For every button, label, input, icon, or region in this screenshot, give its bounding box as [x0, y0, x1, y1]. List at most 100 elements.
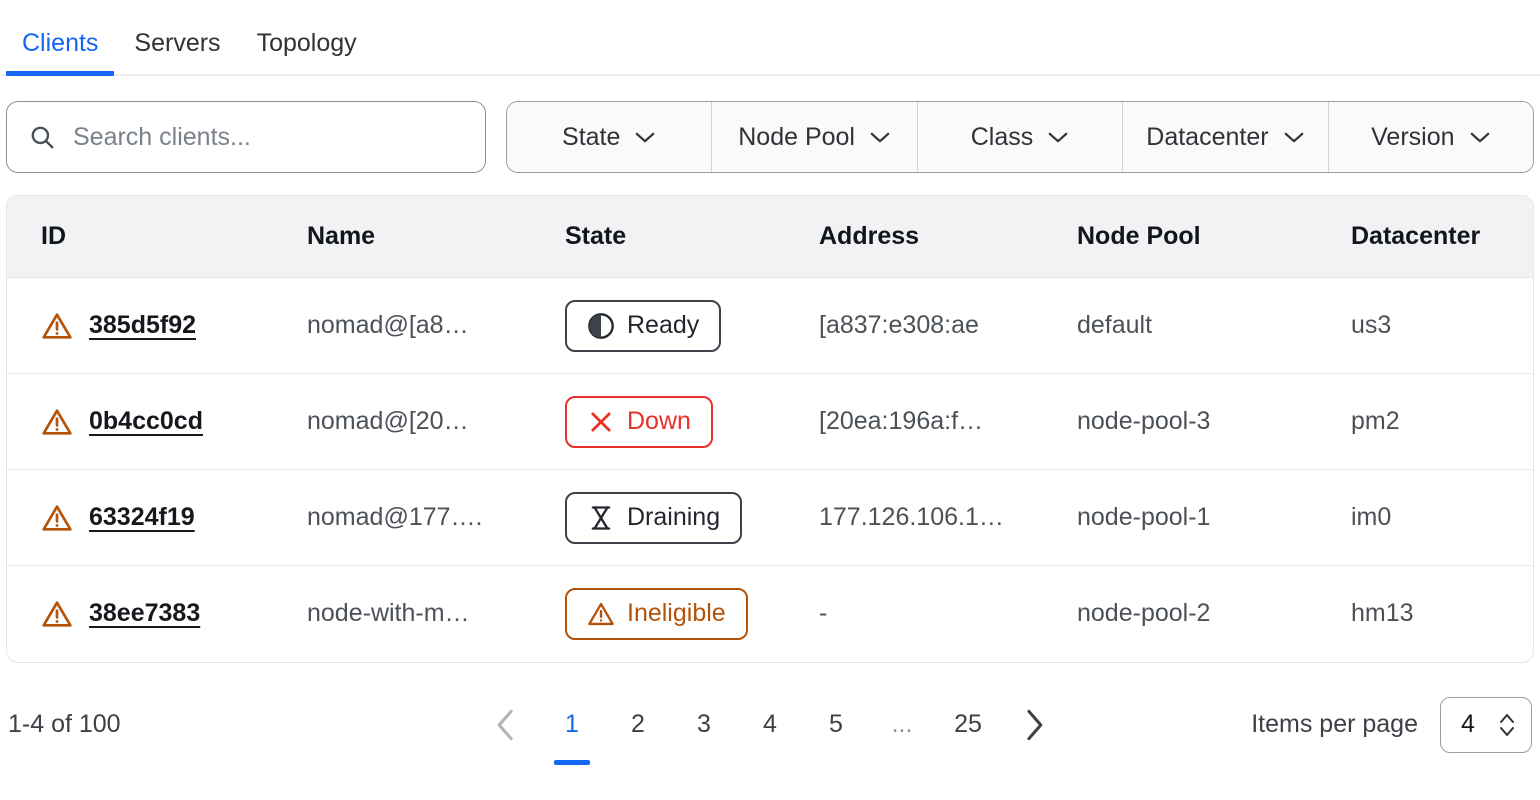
search-box[interactable]	[6, 101, 486, 173]
chevron-down-icon	[1047, 131, 1069, 144]
column-header-datacenter[interactable]: Datacenter	[1351, 196, 1533, 278]
hourglass-icon	[587, 504, 615, 532]
warning-triangle-icon	[41, 310, 73, 342]
tab-bar: Clients Servers Topology	[0, 0, 1540, 76]
warning-triangle-icon	[41, 598, 73, 630]
filter-class[interactable]: Class	[918, 102, 1123, 172]
cell-state: Ready	[565, 278, 819, 374]
page-button-25[interactable]: 25	[935, 699, 1001, 751]
close-x-icon	[587, 408, 615, 436]
previous-page-button[interactable]	[473, 699, 539, 751]
chevron-down-icon	[634, 131, 656, 144]
status-badge: Down	[565, 396, 713, 448]
column-header-address[interactable]: Address	[819, 196, 1077, 278]
cell-id: 63324f19	[7, 470, 307, 566]
search-icon	[29, 124, 55, 150]
page-button-2[interactable]: 2	[605, 699, 671, 751]
cell-state: Down	[565, 374, 819, 470]
result-range-label: 1-4 of 100	[8, 710, 121, 739]
filter-datacenter[interactable]: Datacenter	[1123, 102, 1328, 172]
filter-class-label: Class	[971, 123, 1034, 152]
chevron-down-icon	[869, 131, 891, 144]
chevron-down-icon	[1469, 131, 1491, 144]
column-header-name[interactable]: Name	[307, 196, 565, 278]
cell-node-pool: node-pool-1	[1077, 470, 1351, 566]
filters-row: State Node Pool Class Datacenter	[0, 76, 1540, 173]
tab-topology-label: Topology	[257, 29, 357, 57]
warning-triangle-icon	[41, 406, 73, 438]
items-per-page-label: Items per page	[1251, 710, 1418, 739]
cell-name: nomad@[a8…	[307, 278, 565, 374]
filter-state[interactable]: State	[507, 102, 712, 172]
client-id-link[interactable]: 385d5f92	[89, 311, 196, 340]
column-header-node-pool[interactable]: Node Pool	[1077, 196, 1351, 278]
filter-version-label: Version	[1371, 123, 1454, 152]
half-circle-icon	[587, 312, 615, 340]
cell-id: 38ee7383	[7, 566, 307, 662]
status-badge-label: Ready	[627, 311, 699, 340]
cell-node-pool: node-pool-2	[1077, 566, 1351, 662]
table-row[interactable]: 385d5f92 nomad@[a8… Ready [a83	[7, 278, 1533, 374]
items-per-page-value: 4	[1461, 710, 1475, 739]
search-input[interactable]	[71, 122, 463, 153]
items-per-page-control: Items per page 4	[1251, 697, 1532, 753]
filter-node-pool[interactable]: Node Pool	[712, 102, 917, 172]
cell-datacenter: im0	[1351, 470, 1533, 566]
status-badge: Draining	[565, 492, 742, 544]
client-id-link[interactable]: 38ee7383	[89, 599, 200, 628]
column-header-id[interactable]: ID	[7, 196, 307, 278]
clients-page: Clients Servers Topology State N	[0, 0, 1540, 800]
page-button-1[interactable]: 1	[539, 699, 605, 751]
status-badge: Ineligible	[565, 588, 748, 640]
table-row[interactable]: 38ee7383 node-with-m… Ineligible	[7, 566, 1533, 662]
tab-servers[interactable]: Servers	[116, 31, 238, 74]
next-page-button[interactable]	[1001, 699, 1067, 751]
cell-name: node-with-m…	[307, 566, 565, 662]
page-ellipsis: ...	[869, 699, 935, 751]
cell-address: [20ea:196a:f…	[819, 374, 1077, 470]
cell-name: nomad@[20…	[307, 374, 565, 470]
items-per-page-select[interactable]: 4	[1440, 697, 1532, 753]
cell-datacenter: pm2	[1351, 374, 1533, 470]
filter-node-pool-label: Node Pool	[738, 123, 855, 152]
status-badge-label: Draining	[627, 503, 720, 532]
client-id-link[interactable]: 63324f19	[89, 503, 195, 532]
column-header-state[interactable]: State	[565, 196, 819, 278]
chevron-right-icon	[1023, 708, 1045, 742]
filter-datacenter-label: Datacenter	[1146, 123, 1268, 152]
filter-version[interactable]: Version	[1329, 102, 1533, 172]
cell-datacenter: hm13	[1351, 566, 1533, 662]
cell-id: 385d5f92	[7, 278, 307, 374]
cell-address: [a837:e308:ae	[819, 278, 1077, 374]
cell-address: 177.126.106.1…	[819, 470, 1077, 566]
tab-topology[interactable]: Topology	[239, 31, 375, 74]
chevron-down-icon	[1283, 131, 1305, 144]
cell-id: 0b4cc0cd	[7, 374, 307, 470]
clients-table: ID Name State Address Node Pool Datacent…	[6, 195, 1534, 663]
tab-clients-label: Clients	[22, 29, 98, 57]
status-badge-label: Ineligible	[627, 599, 726, 628]
status-badge-label: Down	[627, 407, 691, 436]
status-badge: Ready	[565, 300, 721, 352]
client-id-link[interactable]: 0b4cc0cd	[89, 407, 203, 436]
table-row[interactable]: 0b4cc0cd nomad@[20… Down [20ea	[7, 374, 1533, 470]
page-button-3[interactable]: 3	[671, 699, 737, 751]
tab-servers-label: Servers	[134, 29, 220, 57]
cell-address: -	[819, 566, 1077, 662]
cell-datacenter: us3	[1351, 278, 1533, 374]
cell-name: nomad@177….	[307, 470, 565, 566]
chevron-left-icon	[495, 708, 517, 742]
filter-state-label: State	[562, 123, 620, 152]
stepper-updown-icon	[1497, 710, 1517, 740]
page-button-4[interactable]: 4	[737, 699, 803, 751]
cell-state: Ineligible	[565, 566, 819, 662]
cell-state: Draining	[565, 470, 819, 566]
pagination-footer: 1-4 of 100 1 2 3 4 5 ... 25 Items per pa…	[0, 663, 1540, 753]
warning-triangle-icon	[41, 502, 73, 534]
tab-clients[interactable]: Clients	[4, 31, 116, 74]
table-row[interactable]: 63324f19 nomad@177…. Draining	[7, 470, 1533, 566]
warning-triangle-icon	[587, 600, 615, 628]
page-button-5[interactable]: 5	[803, 699, 869, 751]
filter-button-group: State Node Pool Class Datacenter	[506, 101, 1534, 173]
cell-node-pool: node-pool-3	[1077, 374, 1351, 470]
